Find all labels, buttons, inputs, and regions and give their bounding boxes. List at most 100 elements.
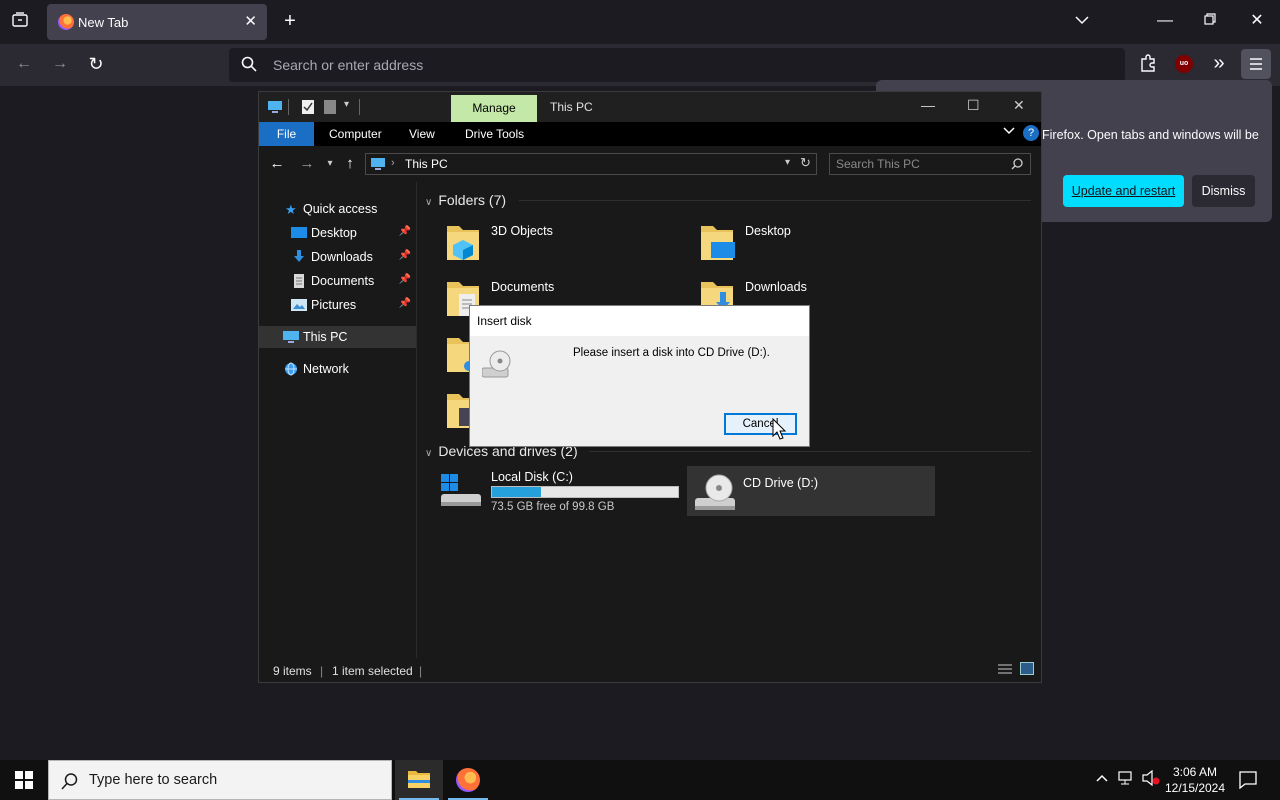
folder-3d-objects[interactable]: 3D Objects: [439, 218, 679, 268]
collapse-chevron-icon: ∨: [425, 197, 433, 208]
status-separator: |: [419, 664, 423, 678]
nav-pictures[interactable]: Pictures 📌: [259, 294, 416, 316]
firefox-icon: [456, 768, 480, 792]
3d-objects-folder-icon: [447, 226, 479, 260]
properties-check-icon[interactable]: [301, 99, 315, 115]
recent-locations-icon[interactable]: ▾: [323, 154, 337, 174]
disk-usage-fill: [492, 487, 542, 497]
volume-muted-icon[interactable]: [1142, 769, 1160, 789]
back-arrow-icon[interactable]: ←: [14, 54, 34, 74]
breadcrumb[interactable]: This PC: [405, 157, 448, 171]
ribbon-tab-view[interactable]: View: [409, 127, 435, 141]
explorer-close-icon[interactable]: ✕: [1013, 97, 1025, 114]
restore-icon[interactable]: [1200, 11, 1220, 31]
address-bar[interactable]: [229, 48, 1125, 82]
nav-downloads[interactable]: Downloads 📌: [259, 246, 416, 268]
ribbon-tab-bar: File Computer View Drive Tools ?: [259, 122, 1041, 146]
system-clock[interactable]: 3:06 AM 12/15/2024: [1160, 764, 1230, 796]
nav-documents[interactable]: Documents 📌: [259, 270, 416, 292]
details-view-icon[interactable]: [997, 663, 1013, 678]
taskbar-firefox[interactable]: [444, 760, 492, 800]
folder-videos[interactable]: [439, 386, 479, 436]
drive-cd-d[interactable]: CD Drive (D:): [687, 466, 935, 516]
nav-desktop[interactable]: Desktop 📌: [259, 222, 416, 244]
notifications-icon[interactable]: [1239, 771, 1257, 792]
firefox-favicon-icon: [58, 14, 74, 30]
folder-desktop[interactable]: Desktop: [693, 218, 933, 268]
minimize-icon[interactable]: —: [1155, 11, 1175, 31]
list-all-tabs-chevron-icon[interactable]: [1072, 11, 1092, 31]
divider: [589, 451, 1031, 452]
file-explorer-icon: [408, 771, 430, 788]
ribbon-tab-computer[interactable]: Computer: [329, 127, 382, 141]
more-tools-chevrons-icon[interactable]: »: [1209, 53, 1229, 73]
show-hidden-icons-chevron-icon[interactable]: [1096, 770, 1108, 786]
network-globe-icon: [285, 362, 297, 376]
ribbon-tab-drive-tools[interactable]: Drive Tools: [465, 127, 524, 141]
forward-arrow-icon[interactable]: →: [50, 54, 70, 74]
taskbar-file-explorer[interactable]: [395, 760, 443, 800]
explorer-back-icon[interactable]: ←: [269, 154, 285, 174]
windows-start-icon[interactable]: [15, 771, 33, 794]
network-status-icon[interactable]: [1118, 770, 1136, 789]
local-disk-windows-icon: [441, 474, 481, 506]
search-icon: [61, 773, 78, 790]
pin-icon: 📌: [398, 298, 411, 309]
qat-dropdown-icon[interactable]: ▾: [344, 99, 349, 115]
folders-group-header[interactable]: ∨ Folders (7): [425, 192, 506, 208]
app-menu-button[interactable]: [1241, 49, 1271, 79]
navigation-pane: ★ Quick access Desktop 📌 Downloads 📌 Doc…: [259, 182, 417, 658]
refresh-icon[interactable]: ↻: [800, 155, 811, 171]
large-icons-view-icon[interactable]: [1020, 662, 1034, 678]
up-one-level-icon[interactable]: ↑: [342, 154, 358, 174]
selection-count: 1 item selected: [332, 664, 413, 678]
nav-network[interactable]: Network: [259, 358, 416, 380]
mouse-pointer-icon: [772, 418, 786, 440]
extensions-puzzle-icon[interactable]: [1138, 54, 1158, 78]
expand-ribbon-chevron-icon[interactable]: [1003, 125, 1015, 139]
tab-list-icon[interactable]: [10, 12, 30, 34]
ublock-origin-icon[interactable]: uo: [1175, 55, 1193, 73]
nav-this-pc[interactable]: This PC: [259, 326, 416, 348]
pictures-icon: [291, 299, 307, 311]
explorer-minimize-icon[interactable]: —: [921, 97, 935, 113]
update-and-restart-button[interactable]: Update and restart: [1063, 175, 1184, 207]
update-message: Firefox. Open tabs and windows will be: [1042, 128, 1259, 142]
taskbar-search-box[interactable]: [48, 760, 392, 800]
address-dropdown-icon[interactable]: ▾: [785, 157, 790, 168]
new-folder-icon[interactable]: [323, 99, 337, 115]
explorer-forward-icon[interactable]: →: [299, 154, 315, 174]
address-input[interactable]: [273, 56, 973, 74]
this-pc-icon: [268, 101, 282, 113]
collapse-chevron-icon: ∨: [425, 448, 433, 459]
disk-usage-bar: [491, 486, 679, 498]
help-icon[interactable]: ?: [1023, 125, 1039, 141]
tab-title: New Tab: [78, 15, 129, 30]
explorer-maximize-icon[interactable]: ☐: [967, 97, 980, 114]
taskbar: 3:06 AM 12/15/2024: [0, 760, 1280, 800]
explorer-search-box[interactable]: [829, 153, 1031, 175]
close-tab-icon[interactable]: ✕: [244, 12, 257, 30]
folder-music[interactable]: [439, 330, 479, 380]
cd-drive-icon: [695, 474, 735, 510]
cancel-button[interactable]: Cancel: [724, 413, 797, 435]
new-tab-plus-icon[interactable]: +: [280, 11, 300, 31]
browser-tab-new-tab[interactable]: New Tab ✕: [47, 4, 267, 40]
taskbar-search-input[interactable]: [89, 772, 379, 788]
ribbon-tab-manage[interactable]: Manage: [451, 95, 537, 122]
browser-tab-bar: New Tab ✕ + — ✕: [0, 0, 1280, 44]
window-title: This PC: [550, 100, 593, 114]
close-window-icon[interactable]: ✕: [1247, 11, 1267, 31]
breadcrumb-separator-icon: ›: [391, 157, 395, 169]
explorer-search-input[interactable]: [836, 157, 1006, 171]
drive-local-disk-c[interactable]: Local Disk (C:) 73.5 GB free of 99.8 GB: [439, 466, 689, 516]
document-icon: [294, 274, 304, 288]
ribbon-tab-file[interactable]: File: [259, 122, 314, 146]
address-row: ← → ▾ ↑ › This PC ▾ ↻: [259, 146, 1041, 182]
search-icon: [1011, 158, 1023, 170]
explorer-address-bar[interactable]: › This PC ▾ ↻: [365, 153, 817, 175]
reload-icon[interactable]: ↻: [86, 54, 106, 74]
dismiss-button[interactable]: Dismiss: [1192, 175, 1255, 207]
insert-disk-dialog: Insert disk Please insert a disk into CD…: [469, 305, 810, 447]
nav-quick-access[interactable]: ★ Quick access: [259, 198, 416, 220]
